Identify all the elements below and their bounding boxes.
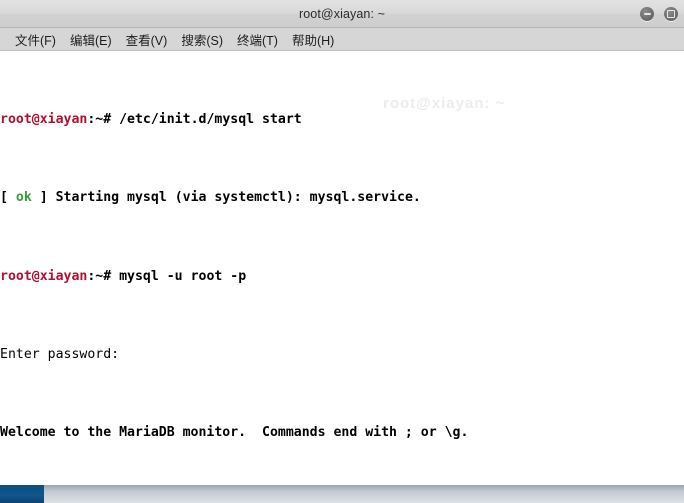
minimize-icon bbox=[643, 13, 651, 15]
prompt-user-host: root@xiayan bbox=[0, 111, 88, 127]
status-ok-badge: ok bbox=[15, 190, 32, 206]
terminal-line-command-2: root@xiayan:~# mysql -u root -p bbox=[0, 267, 684, 287]
desktop-background: root@xiayan: ~ 文件(F) 编辑(E) 查看(V) 搜索(S) 终… bbox=[0, 0, 684, 503]
terminal-line-welcome: Welcome to the MariaDB monitor. Commands… bbox=[0, 425, 469, 441]
menu-item-search[interactable]: 搜索(S) bbox=[174, 28, 230, 51]
taskbar[interactable] bbox=[0, 485, 684, 503]
maximize-button[interactable] bbox=[664, 7, 678, 21]
title-bar[interactable]: root@xiayan: ~ bbox=[0, 0, 684, 28]
status-bracket-open: [ bbox=[0, 190, 16, 206]
menu-item-help[interactable]: 帮助(H) bbox=[285, 28, 341, 51]
taskbar-active-window-item[interactable] bbox=[0, 485, 44, 503]
maximize-icon bbox=[667, 10, 675, 18]
terminal-line-service-status: [ ok ] Starting mysql (via systemctl): m… bbox=[0, 188, 684, 208]
menu-item-view[interactable]: 查看(V) bbox=[119, 28, 175, 51]
prompt-user-host-2: root@xiayan bbox=[0, 268, 88, 284]
terminal-window[interactable]: root@xiayan: ~ 文件(F) 编辑(E) 查看(V) 搜索(S) 终… bbox=[0, 0, 684, 485]
command-text-1: /etc/init.d/mysql start bbox=[119, 111, 302, 127]
menu-item-file[interactable]: 文件(F) bbox=[8, 28, 63, 51]
prompt-tail-2: :~# bbox=[87, 268, 120, 284]
window-title: root@xiayan: ~ bbox=[298, 6, 385, 21]
prompt-tail: :~# bbox=[87, 111, 120, 127]
menu-item-edit[interactable]: 编辑(E) bbox=[63, 28, 119, 51]
terminal-screen[interactable]: root@xiayan:~# /etc/init.d/mysql start [… bbox=[0, 51, 684, 485]
minimize-button[interactable] bbox=[640, 7, 654, 21]
status-message: ] Starting mysql (via systemctl): mysql.… bbox=[31, 190, 421, 206]
terminal-body[interactable]: root@xiayan: ~ root@xiayan:~# /etc/init.… bbox=[0, 51, 684, 485]
menu-item-terminal[interactable]: 终端(T) bbox=[230, 28, 285, 51]
terminal-line-enter-password: Enter password: bbox=[0, 346, 120, 362]
command-text-2: mysql -u root -p bbox=[119, 268, 247, 284]
menu-bar[interactable]: 文件(F) 编辑(E) 查看(V) 搜索(S) 终端(T) 帮助(H) bbox=[0, 28, 684, 51]
terminal-line-command-1: root@xiayan:~# /etc/init.d/mysql start bbox=[0, 110, 684, 130]
